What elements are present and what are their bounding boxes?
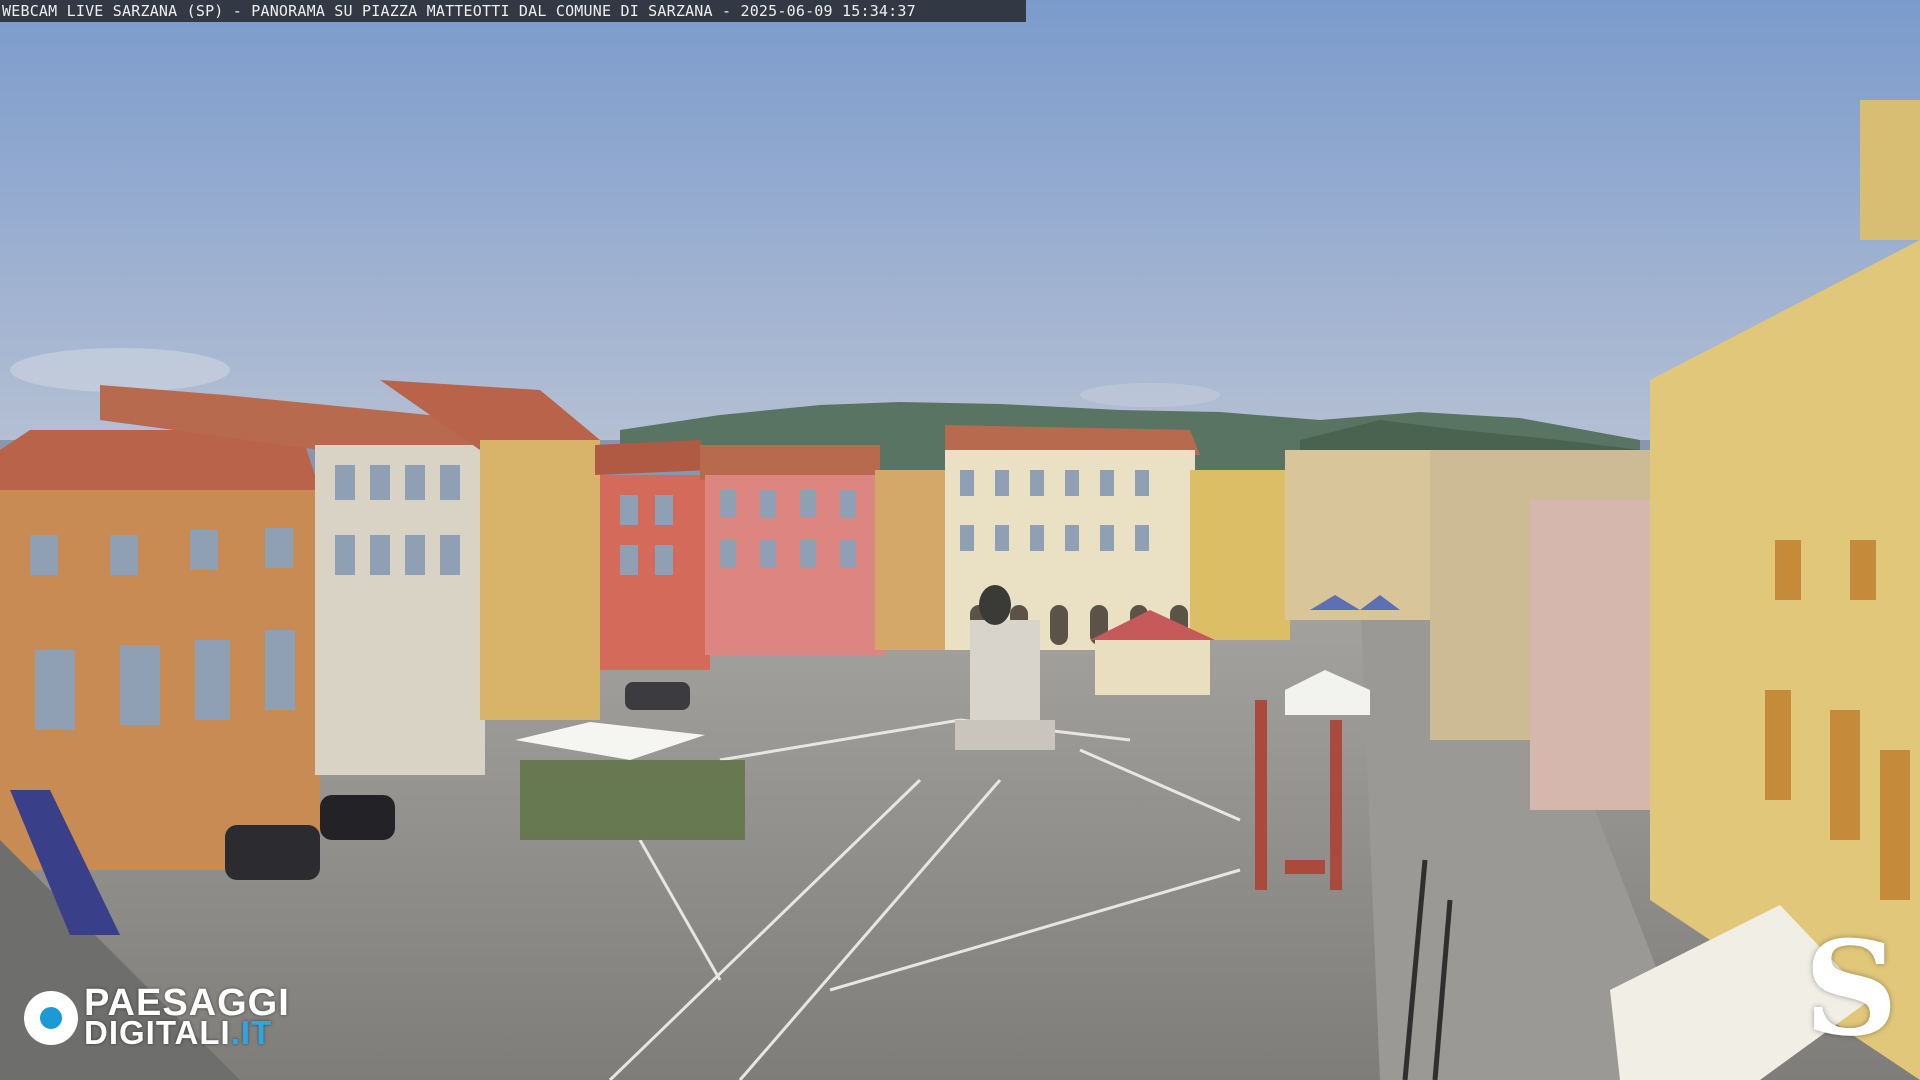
logo-text: PAESAGGI DIGITALI.IT: [84, 984, 290, 1049]
car: [225, 825, 320, 880]
cloud: [1080, 383, 1220, 407]
webcam-scene: [0, 0, 1920, 1080]
logo-bottom-word: DIGITALI: [84, 1014, 231, 1051]
monument-plinth: [955, 720, 1055, 750]
building-right-pink: [1530, 500, 1670, 810]
logo-bottom-text: DIGITALI.IT: [84, 1016, 290, 1049]
sky: [0, 0, 1920, 440]
car: [320, 795, 395, 840]
roof: [700, 445, 880, 480]
webcam-caption: WEBCAM LIVE SARZANA (SP) - PANORAMA SU P…: [0, 0, 1026, 22]
planters: [520, 760, 745, 840]
sarzana-s-icon: S: [1804, 912, 1898, 1065]
car: [625, 682, 690, 710]
building-distant: [1285, 450, 1435, 620]
paesaggi-digitali-logo-icon: [24, 991, 78, 1045]
paesaggi-digitali-logo: PAESAGGI DIGITALI.IT: [24, 984, 290, 1049]
logo-tld: .IT: [230, 1014, 273, 1051]
building-ochre: [875, 470, 955, 650]
cloud: [10, 348, 230, 392]
monument-statue: [979, 585, 1011, 625]
tower: [1860, 100, 1920, 240]
building-yellow-2: [1190, 470, 1290, 640]
roof: [595, 440, 710, 475]
carousel-body: [1095, 640, 1210, 695]
webcam-frame: WEBCAM LIVE SARZANA (SP) - PANORAMA SU P…: [0, 0, 1920, 1080]
building-yellow: [480, 440, 600, 720]
